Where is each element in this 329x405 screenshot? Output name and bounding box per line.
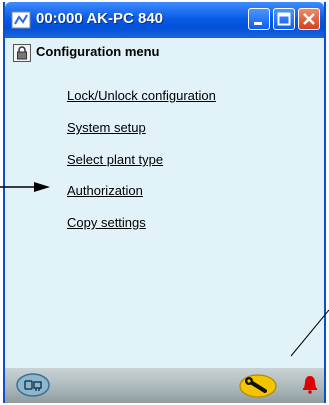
- maximize-button[interactable]: [273, 8, 295, 30]
- menu-item-select-plant-type[interactable]: Select plant type: [67, 152, 163, 167]
- wrench-icon[interactable]: [238, 373, 278, 404]
- menu-title: Configuration menu: [36, 44, 160, 59]
- menu-item-system-setup[interactable]: System setup: [67, 120, 146, 135]
- menu-item-authorization[interactable]: Authorization: [67, 183, 143, 198]
- close-button[interactable]: [298, 8, 320, 30]
- service-tool-icon[interactable]: [15, 372, 51, 403]
- minimize-button[interactable]: [248, 8, 270, 30]
- network-icon: [11, 11, 31, 29]
- configuration-panel: Configuration menu Lock/Unlock configura…: [5, 38, 324, 368]
- status-bar: [5, 368, 324, 403]
- lock-icon[interactable]: [13, 44, 31, 62]
- window-title: 00:000 AK-PC 840: [36, 10, 164, 27]
- menu-item-copy-settings[interactable]: Copy settings: [67, 215, 146, 230]
- menu-item-lock-unlock-configuration[interactable]: Lock/Unlock configuration: [67, 88, 216, 103]
- title-bar[interactable]: 00:000 AK-PC 840: [5, 2, 324, 38]
- app-window: 00:000 AK-PC 840 Configuration menu Lock…: [3, 2, 326, 403]
- alarm-bell-icon[interactable]: [301, 374, 319, 399]
